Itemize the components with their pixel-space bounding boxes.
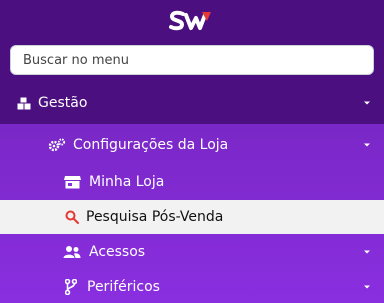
search-input[interactable] bbox=[10, 45, 374, 75]
menu-item-configuracoes-loja[interactable]: Configurações da Loja bbox=[0, 128, 384, 162]
menu-item-gestao-label: Gestão bbox=[38, 95, 88, 111]
sidebar: Gestão Configurações da Loja Minha Loja bbox=[0, 0, 384, 303]
search-icon bbox=[64, 209, 80, 225]
code-branch-icon bbox=[63, 279, 79, 295]
boxes-icon bbox=[16, 95, 32, 111]
menu-item-minha-loja-label: Minha Loja bbox=[89, 174, 165, 190]
logo[interactable] bbox=[0, 0, 384, 42]
menu-item-acessos[interactable]: Acessos bbox=[0, 236, 384, 268]
menu-item-pesquisa-label: Pesquisa Pós-Venda bbox=[86, 209, 224, 225]
menu-item-minha-loja[interactable]: Minha Loja bbox=[0, 166, 384, 198]
menu-item-perifericos-label: Periféricos bbox=[87, 279, 160, 295]
sw-logo-icon bbox=[169, 10, 211, 31]
menu-item-gestao[interactable]: Gestão bbox=[0, 86, 384, 120]
menu-item-pesquisa-pos-venda[interactable]: Pesquisa Pós-Venda bbox=[0, 200, 384, 234]
menu-item-perifericos[interactable]: Periféricos bbox=[0, 271, 384, 303]
menu-item-acessos-label: Acessos bbox=[89, 244, 146, 260]
gears-icon bbox=[47, 137, 67, 153]
menu-item-configuracoes-label: Configurações da Loja bbox=[73, 137, 229, 153]
chevron-down-icon bbox=[364, 101, 370, 105]
chevron-down-icon bbox=[364, 285, 370, 289]
chevron-down-icon bbox=[364, 250, 370, 254]
search-box bbox=[10, 45, 374, 75]
store-icon bbox=[63, 174, 81, 190]
chevron-down-icon bbox=[364, 143, 370, 147]
users-icon bbox=[63, 244, 81, 260]
